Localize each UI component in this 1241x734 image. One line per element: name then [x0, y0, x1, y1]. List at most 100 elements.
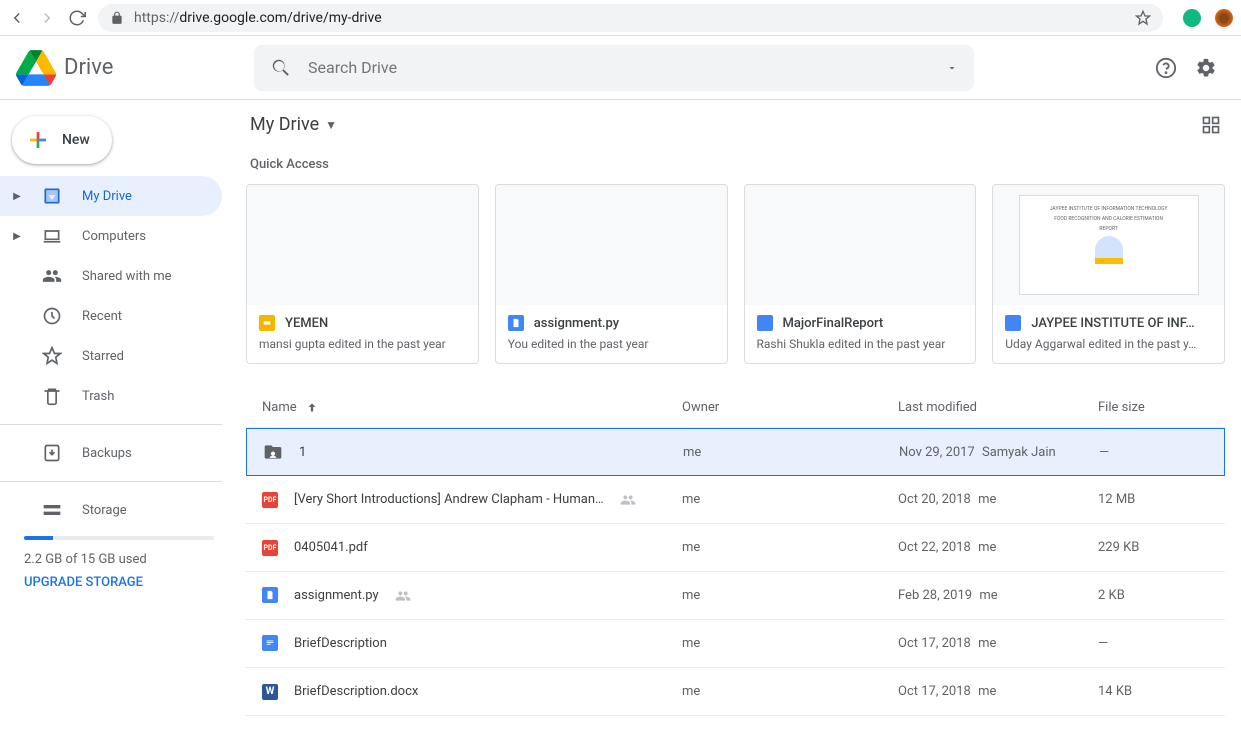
sidebar-item-label: Starred: [82, 349, 124, 364]
file-name: [Very Short Introductions] Andrew Clapha…: [294, 492, 604, 507]
file-row[interactable]: WBriefDescription.docxmeOct 17, 2018 me1…: [246, 668, 1225, 716]
shared-icon: [620, 492, 636, 508]
sidebar-item-label: Trash: [82, 389, 114, 404]
clock-icon: [42, 306, 62, 326]
quick-card[interactable]: assignment.py You edited in the past yea…: [495, 184, 728, 364]
star-icon[interactable]: [1135, 10, 1151, 26]
settings-gear-icon[interactable]: [1195, 57, 1217, 79]
new-button[interactable]: New: [12, 116, 112, 164]
sidebar-item-starred[interactable]: Starred: [0, 336, 222, 376]
sidebar-item-recent[interactable]: Recent: [0, 296, 222, 336]
sort-arrow-up-icon: [305, 401, 319, 415]
file-row[interactable]: 1 meNov 29, 2017 Samyak Jain—: [246, 428, 1225, 476]
sidebar-item-shared[interactable]: Shared with me: [0, 256, 222, 296]
file-size: —: [1099, 445, 1208, 460]
file-type-icon: [263, 442, 283, 462]
file-modified: Oct 20, 2018 me: [898, 492, 1098, 507]
file-name: BriefDescription: [294, 636, 387, 651]
file-owner: me: [682, 492, 898, 507]
file-modified: Nov 29, 2017 Samyak Jain: [899, 445, 1099, 460]
gdoc-icon: [757, 315, 773, 331]
search-options-dropdown[interactable]: [946, 62, 958, 74]
quick-access-row: YEMEN mansi gupta edited in the past yea…: [246, 184, 1225, 364]
quick-card[interactable]: JAYPEE INSTITUTE OF INFORMATION TECHNOLO…: [992, 184, 1225, 364]
file-row[interactable]: assignment.py meFeb 28, 2019 me2 KB: [246, 572, 1225, 620]
backups-icon: [42, 443, 62, 463]
extension-cookie-icon[interactable]: [1215, 9, 1233, 27]
sidebar-item-trash[interactable]: Trash: [0, 376, 222, 416]
chevron-down-icon: ▼: [325, 118, 337, 132]
quick-card[interactable]: MajorFinalReport Rashi Shukla edited in …: [744, 184, 977, 364]
file-name: assignment.py: [294, 588, 379, 603]
quick-card-thumb: JAYPEE INSTITUTE OF INFORMATION TECHNOLO…: [993, 185, 1224, 305]
lock-icon: [110, 11, 124, 25]
sidebar-item-label: Shared with me: [82, 269, 172, 284]
file-owner: me: [682, 540, 898, 555]
gdoc-icon: [1005, 315, 1021, 331]
file-owner: me: [683, 445, 899, 460]
url-text: https://drive.google.com/drive/my-drive: [134, 10, 382, 26]
drive-logo[interactable]: Drive: [16, 48, 254, 88]
column-owner-header[interactable]: Owner: [682, 400, 898, 415]
file-size: 2 KB: [1098, 588, 1209, 603]
star-icon: [42, 346, 62, 366]
browser-back-button[interactable]: [8, 9, 26, 27]
file-modified: Feb 28, 2019 me: [898, 588, 1098, 603]
file-row[interactable]: PDF0405041.pdfmeOct 22, 2018 me229 KB: [246, 524, 1225, 572]
upgrade-storage-link[interactable]: UPGRADE STORAGE: [24, 575, 214, 590]
quick-card-title: MajorFinalReport: [783, 316, 884, 331]
new-button-label: New: [62, 132, 90, 148]
sidebar-item-storage[interactable]: Storage: [0, 490, 222, 530]
file-size: 12 MB: [1098, 492, 1209, 507]
sidebar-item-backups[interactable]: Backups: [0, 433, 222, 473]
trash-icon: [42, 386, 62, 406]
chevron-right-icon: ▶: [12, 231, 22, 242]
sidebar-item-label: Backups: [82, 446, 132, 461]
slides-icon: [259, 315, 275, 331]
quick-access-title: Quick Access: [250, 157, 1221, 172]
browser-reload-button[interactable]: [68, 9, 86, 27]
file-icon: [508, 315, 524, 331]
extension-grammarly-icon[interactable]: [1183, 9, 1201, 27]
table-header: Name Owner Last modified File size: [246, 388, 1225, 428]
file-owner: me: [682, 588, 898, 603]
sidebar-item-label: Storage: [82, 503, 127, 518]
sidebar-item-my-drive[interactable]: ▶ My Drive: [0, 176, 222, 216]
help-icon[interactable]: [1155, 57, 1177, 79]
quick-card[interactable]: YEMEN mansi gupta edited in the past yea…: [246, 184, 479, 364]
grid-view-toggle[interactable]: [1201, 115, 1221, 135]
column-name-header[interactable]: Name: [262, 400, 682, 415]
drive-logo-icon: [16, 48, 56, 88]
sidebar-item-label: Computers: [82, 229, 146, 244]
file-modified: Oct 17, 2018 me: [898, 636, 1098, 651]
browser-forward-button[interactable]: [38, 9, 56, 27]
chevron-right-icon: ▶: [12, 191, 22, 202]
file-type-icon: W: [262, 683, 278, 700]
column-modified-header[interactable]: Last modified: [898, 400, 1098, 415]
storage-icon: [42, 500, 62, 520]
file-name: 1: [299, 445, 306, 460]
breadcrumb[interactable]: My Drive ▼: [250, 114, 337, 135]
sidebar-item-label: Recent: [82, 309, 122, 324]
file-row[interactable]: PDF[Very Short Introductions] Andrew Cla…: [246, 476, 1225, 524]
file-size: 229 KB: [1098, 540, 1209, 555]
sidebar-item-computers[interactable]: ▶ Computers: [0, 216, 222, 256]
drive-icon: [42, 186, 62, 206]
quick-card-subtitle: Uday Aggarwal edited in the past y…: [1005, 337, 1212, 351]
file-owner: me: [682, 684, 898, 699]
storage-used-text: 2.2 GB of 15 GB used: [24, 552, 214, 567]
file-name: 0405041.pdf: [294, 540, 368, 555]
search-icon: [270, 57, 292, 79]
url-bar[interactable]: https://drive.google.com/drive/my-drive: [98, 4, 1163, 32]
file-type-icon: [262, 635, 278, 652]
app-header: Drive: [0, 36, 1241, 100]
quick-card-title: assignment.py: [534, 316, 619, 331]
column-size-header[interactable]: File size: [1098, 400, 1209, 415]
file-row[interactable]: BriefDescriptionmeOct 17, 2018 me—: [246, 620, 1225, 668]
quick-card-subtitle: You edited in the past year: [508, 337, 715, 351]
search-input[interactable]: [308, 58, 930, 77]
file-type-icon: PDF: [262, 539, 278, 556]
search-box[interactable]: [254, 45, 974, 91]
file-modified: Oct 17, 2018 me: [898, 684, 1098, 699]
file-size: —: [1098, 636, 1209, 651]
